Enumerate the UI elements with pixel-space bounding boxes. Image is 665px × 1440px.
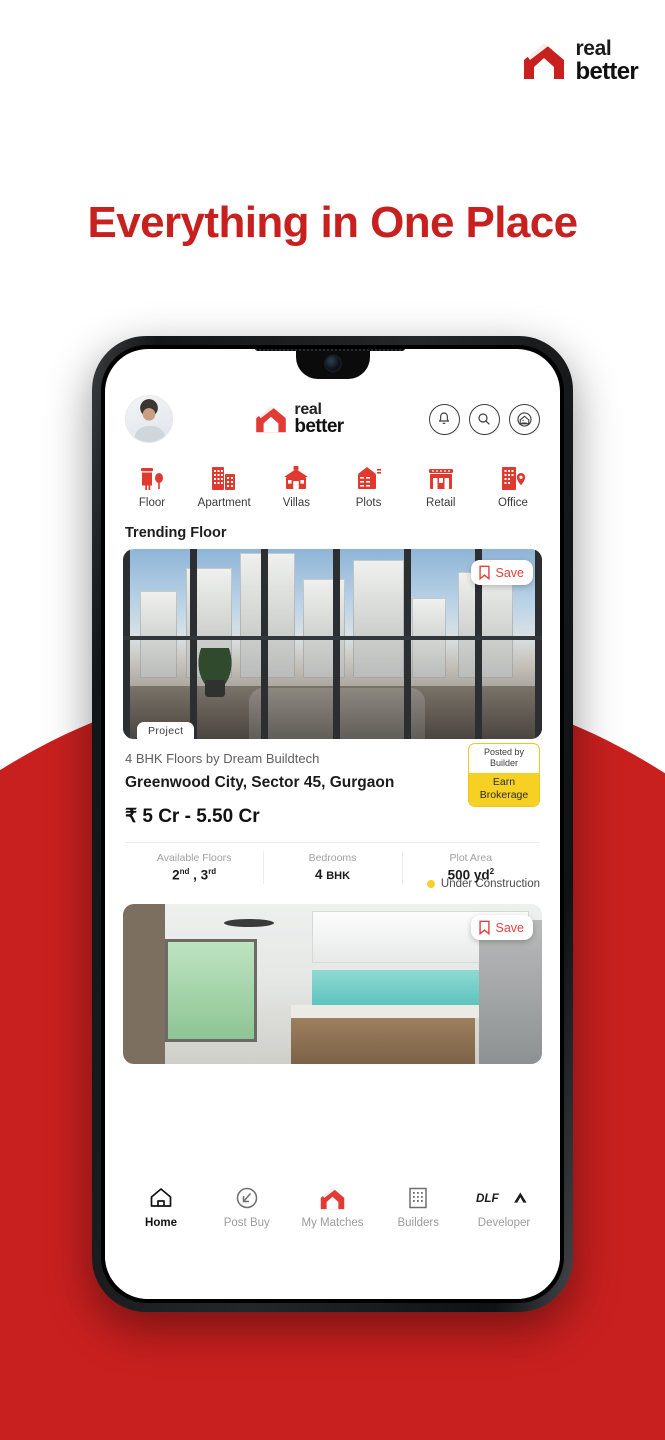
nav-builders[interactable]: Builders [380,1183,456,1229]
phone-front-camera [325,356,340,371]
phone-mockup: real better Floor Apartment Villas Plots… [92,336,573,1312]
nav-label: My Matches [301,1217,364,1229]
base-cabinets-graphic [290,1017,475,1065]
category-label: Floor [138,497,166,509]
nav-developer[interactable]: DLF Developer [466,1183,542,1229]
save-label: Save [495,565,525,580]
spec-plot-area: Plot Area 500 yd2 [401,843,540,893]
brand-logo: real better [521,36,639,85]
header-icons [428,403,540,435]
fridge-graphic [479,920,542,1065]
floor-icon [137,463,167,493]
category-apartment[interactable]: Apartment [193,463,255,509]
post-buy-icon [234,1183,260,1213]
spec-label: Available Floors [156,851,232,864]
notification-bell-icon[interactable] [428,403,460,435]
project-tag: Project [137,722,195,739]
category-villas[interactable]: Villas [265,463,327,509]
category-retail[interactable]: Retail [410,463,472,509]
promo-screenshot: real better Everything in One Place real… [0,0,665,1440]
save-button[interactable]: Save [470,560,533,585]
brand-house-icon [521,38,567,84]
office-icon [498,463,528,493]
retail-icon [426,463,456,493]
ceiling-fan-graphic [223,918,274,927]
spec-label: Bedrooms [308,851,357,864]
my-matches-icon [319,1183,346,1213]
spec-label: Plot Area [449,851,493,864]
app-logo: real better [254,402,344,437]
nav-my-matches[interactable]: My Matches [295,1183,371,1229]
property-title: Greenwood City, Sector 45, Gurgaon [125,774,395,791]
bottom-nav: Home Post Buy My Matches Builders DLF De… [105,1173,560,1241]
category-label: Office [498,497,528,509]
property-photo-2: Save [123,904,542,1065]
property-price: ₹ 5 Cr - 5.50 Cr [125,805,260,827]
balcony-door-graphic [164,939,258,1042]
category-row: Floor Apartment Villas Plots Retail Offi… [105,449,560,521]
bottom-nav-background [105,1241,560,1299]
spec-bedrooms: Bedrooms 4 BHK [263,843,401,893]
phone-speaker-grille [254,349,405,351]
save-label: Save [495,920,525,935]
section-title: Trending Floor [125,525,227,541]
nav-label: Home [145,1217,177,1229]
app-house-icon [254,402,288,436]
category-label: Plots [355,497,382,509]
nav-label: Post Buy [223,1217,270,1229]
svg-text:DLF: DLF [476,1192,500,1205]
property-home-icon[interactable] [508,403,540,435]
category-label: Villas [282,497,311,509]
spec-value: 2nd , 3rd [172,866,217,883]
dlf-developer-icon: DLF [476,1183,532,1213]
plot-icon [354,463,384,493]
builder-badge: Posted by Builder Earn Brokerage [468,743,540,807]
phone-screen: real better Floor Apartment Villas Plots… [105,349,560,1299]
spec-value: 500 yd2 [447,866,495,883]
badge-earn-brokerage: Earn Brokerage [469,772,539,806]
phone-bezel: real better Floor Apartment Villas Plots… [101,345,564,1303]
search-icon[interactable] [468,403,500,435]
property-card-body: 4 BHK Floors by Dream Buildtech Greenwoo… [123,739,542,892]
backsplash-graphic [311,969,484,1005]
spec-available-floors: Available Floors 2nd , 3rd [125,843,263,893]
spec-value: 4 BHK [314,866,351,882]
property-specs: Available Floors 2nd , 3rd Bedrooms 4 BH… [125,841,540,893]
category-floor[interactable]: Floor [121,463,183,509]
category-label: Apartment [197,497,251,509]
wall-graphic [123,904,165,1065]
nav-post-buy[interactable]: Post Buy [209,1183,285,1229]
builders-icon [406,1183,430,1213]
villa-icon [281,463,311,493]
nav-label: Builders [397,1217,440,1229]
avatar[interactable] [125,395,173,443]
brand-word-bottom: better [575,57,639,85]
category-plots[interactable]: Plots [338,463,400,509]
nav-home[interactable]: Home [123,1183,199,1229]
save-button-2[interactable]: Save [470,915,533,941]
category-office[interactable]: Office [482,463,544,509]
home-icon [148,1183,174,1213]
badge-posted-by: Posted by Builder [483,747,525,769]
nav-label: Developer [477,1217,531,1229]
page-headline: Everything in One Place [87,198,579,247]
apartment-icon [209,463,239,493]
property-photo: Save Project [123,549,542,739]
category-label: Retail [426,497,456,509]
property-card[interactable]: Save Project 4 BHK Floors by Dream Build… [123,549,542,892]
property-card-2[interactable]: Save [123,904,542,1065]
app-logo-word-bottom: better [294,415,344,437]
brand-word-top: real [575,36,612,60]
